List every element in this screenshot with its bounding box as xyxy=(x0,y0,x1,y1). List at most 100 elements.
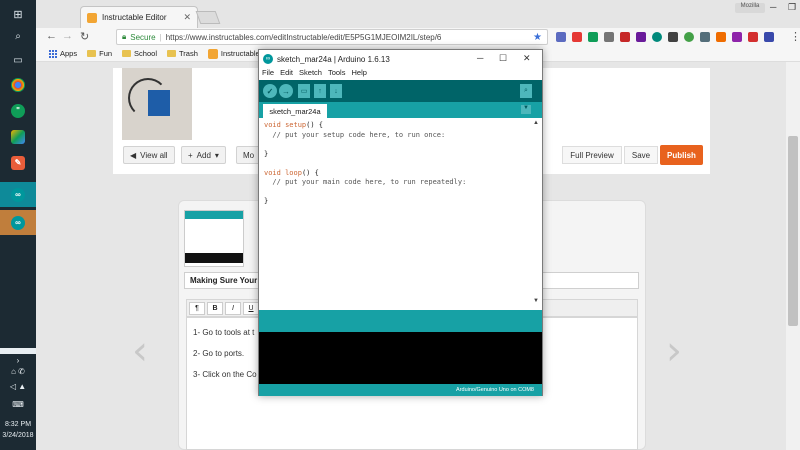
instructables-favicon-icon xyxy=(207,48,218,59)
next-step-arrow-icon[interactable]: › xyxy=(666,331,686,371)
arduino-window-title: sketch_mar24a | Arduino 1.6.13 xyxy=(277,54,390,64)
bold-button[interactable]: B xyxy=(207,302,223,315)
extension-icon[interactable] xyxy=(556,32,566,42)
arduino-ide-window: ∞ sketch_mar24a | Arduino 1.6.13 ─ ☐ ✕ F… xyxy=(258,49,543,396)
scroll-down-icon[interactable]: ▼ xyxy=(533,298,539,304)
extension-icon[interactable] xyxy=(748,32,758,42)
more-button[interactable]: Mo xyxy=(236,146,260,164)
extension-icon[interactable] xyxy=(700,32,710,42)
save-sketch-icon[interactable]: ↓ xyxy=(330,84,342,98)
arduino-toolbar: ✓ → ▭ ↑ ↓ ⌕ xyxy=(259,80,542,102)
menu-sketch[interactable]: Sketch xyxy=(299,68,322,80)
bookmark-school[interactable]: School xyxy=(122,49,157,58)
view-all-button[interactable]: ◀ View all xyxy=(123,146,175,164)
italic-button[interactable]: I xyxy=(225,302,241,315)
clock-date[interactable]: 3/24/2018 xyxy=(0,432,36,439)
extension-icon[interactable] xyxy=(732,32,742,42)
step-image-thumbnail[interactable] xyxy=(184,210,244,267)
arduino-app-icon-2[interactable]: ∞ xyxy=(0,210,36,235)
plus-icon: + xyxy=(188,150,193,160)
scroll-up-icon[interactable]: ▲ xyxy=(533,120,539,126)
extension-icon[interactable] xyxy=(684,32,694,42)
network-icon[interactable]: ⌂ ✆ xyxy=(0,367,36,376)
search-icon[interactable]: ⌕ xyxy=(0,24,36,49)
caret-down-icon: ▾ xyxy=(214,150,219,160)
menu-help[interactable]: Help xyxy=(351,68,366,80)
extension-icon[interactable] xyxy=(620,32,630,42)
back-icon[interactable]: ← xyxy=(46,30,57,42)
paragraph-button[interactable]: ¶ xyxy=(189,302,205,315)
upload-icon[interactable]: → xyxy=(279,84,293,98)
instructables-favicon-icon xyxy=(87,12,97,23)
clock-time[interactable]: 8:32 PM xyxy=(0,421,36,428)
scroll-thumb[interactable] xyxy=(788,136,798,326)
menu-tools[interactable]: Tools xyxy=(328,68,346,80)
more-label: Mo xyxy=(243,150,255,160)
task-view-icon[interactable]: ▭ xyxy=(0,48,36,73)
open-sketch-icon[interactable]: ↑ xyxy=(314,84,326,98)
windows-taskbar: ⊞ ⌕ ▭ " ✎ ∞ ∞ › ⌂ ✆ ◁ ▲ ⌨ 8:32 PM 3/24/2… xyxy=(0,0,36,450)
extension-icon[interactable] xyxy=(668,32,678,42)
arduino-console xyxy=(259,332,542,384)
sketch-tab[interactable]: sketch_mar24a xyxy=(263,104,327,118)
arduino-titlebar[interactable]: ∞ sketch_mar24a | Arduino 1.6.13 ─ ☐ ✕ xyxy=(259,50,542,68)
save-button[interactable]: Save xyxy=(624,146,658,164)
keyboard-icon[interactable]: ⌨ xyxy=(0,400,36,409)
maximize-icon[interactable]: ☐ xyxy=(499,53,507,64)
address-bar[interactable]: 🔒︎ Secure | https://www.instructables.co… xyxy=(116,29,548,45)
chrome-menu-icon[interactable]: ⋮ xyxy=(790,30,800,43)
arduino-tabbar: sketch_mar24a ▼ xyxy=(259,102,542,118)
code-text: } xyxy=(264,149,269,158)
minimize-icon[interactable]: ─ xyxy=(770,2,776,12)
bookmark-star-icon[interactable]: ★ xyxy=(533,32,542,43)
serial-monitor-icon[interactable]: ⌕ xyxy=(520,84,532,98)
maximize-icon[interactable]: ❐ xyxy=(788,2,796,13)
bookmark-apps[interactable]: Apps xyxy=(48,49,77,58)
chrome-app-icon[interactable] xyxy=(0,72,36,97)
chrome-toolbar: ← → ↻ 🔒︎ Secure | https://www.instructab… xyxy=(36,28,800,46)
underline-button[interactable]: U xyxy=(243,302,259,315)
extension-icon[interactable] xyxy=(604,32,614,42)
add-button[interactable]: + Add ▾ xyxy=(181,146,226,164)
paint-app-icon[interactable]: ✎ xyxy=(0,150,36,175)
menu-edit[interactable]: Edit xyxy=(280,68,293,80)
chevron-up-icon[interactable]: › xyxy=(0,356,36,365)
url-text: https://www.instructables.com/editInstru… xyxy=(165,32,442,42)
full-preview-button[interactable]: Full Preview xyxy=(562,146,622,164)
extension-icon[interactable] xyxy=(588,32,598,42)
bookmark-fun[interactable]: Fun xyxy=(87,49,112,58)
bookmark-trash[interactable]: Trash xyxy=(166,49,198,58)
minimize-icon[interactable]: ─ xyxy=(477,53,483,63)
forward-icon[interactable]: → xyxy=(62,30,73,42)
menu-file[interactable]: File xyxy=(262,68,274,80)
code-editor[interactable]: void setup() { // put your setup code he… xyxy=(259,118,542,310)
page-scrollbar[interactable] xyxy=(786,62,800,450)
hangouts-app-icon[interactable]: " xyxy=(0,98,36,123)
arduino-app-icon[interactable]: ∞ xyxy=(0,182,36,207)
extension-icon[interactable] xyxy=(716,32,726,42)
extension-icon[interactable] xyxy=(572,32,582,42)
cover-image[interactable] xyxy=(122,68,192,140)
view-all-label: View all xyxy=(140,150,168,160)
extension-icon[interactable] xyxy=(652,32,662,42)
reload-icon[interactable]: ↻ xyxy=(80,30,89,43)
chrome-tabstrip: Instructable Editor ✕ Mozilla ─ ❐ ✕ xyxy=(36,0,800,28)
close-window-icon[interactable]: ✕ xyxy=(523,53,531,64)
volume-icon[interactable]: ◁ ▲ xyxy=(0,382,36,391)
folder-icon xyxy=(87,50,97,57)
drive-app-icon[interactable] xyxy=(0,124,36,149)
extension-icon[interactable] xyxy=(764,32,774,42)
close-tab-icon[interactable]: ✕ xyxy=(183,12,191,23)
board-port-status: Arduino/Genuino Uno on COM8 xyxy=(259,384,542,396)
profile-button[interactable]: Mozilla xyxy=(735,3,765,13)
verify-icon[interactable]: ✓ xyxy=(263,84,277,98)
new-sketch-icon[interactable]: ▭ xyxy=(298,84,310,98)
new-tab-button[interactable] xyxy=(195,11,221,24)
extension-icon[interactable] xyxy=(636,32,646,42)
browser-tab[interactable]: Instructable Editor ✕ xyxy=(80,6,198,28)
publish-button[interactable]: Publish xyxy=(660,145,703,165)
code-comment: // put your main code here, to run repea… xyxy=(264,178,467,186)
tab-menu-icon[interactable]: ▼ xyxy=(521,105,531,114)
previous-step-arrow-icon[interactable]: ‹ xyxy=(132,331,152,371)
code-scrollbar[interactable]: ▲ ▼ xyxy=(533,120,541,310)
